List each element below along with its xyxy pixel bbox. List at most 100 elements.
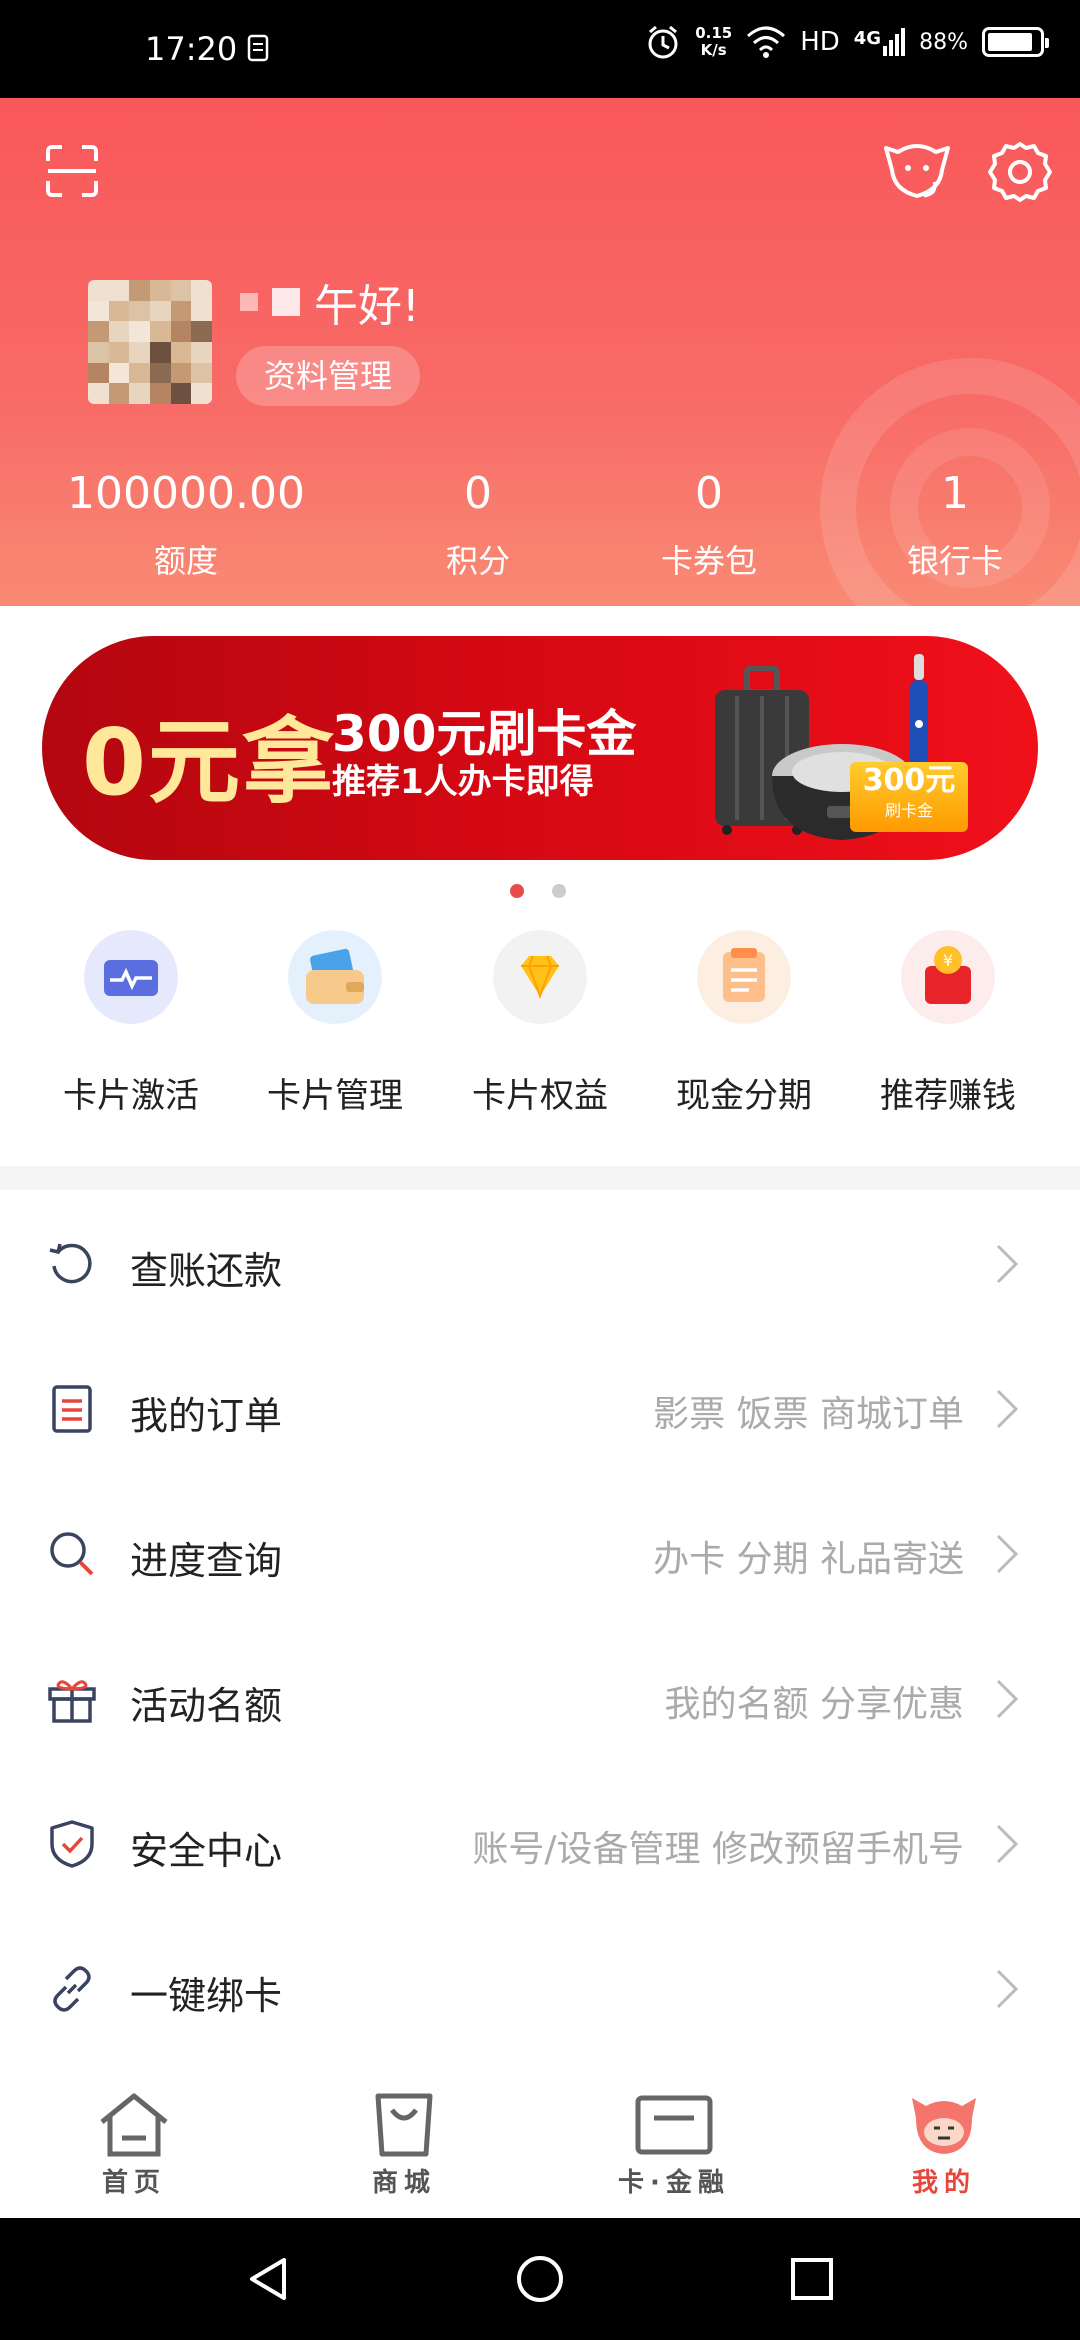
chevron-right-icon bbox=[996, 1244, 1019, 1284]
avatar-pixel bbox=[129, 321, 150, 342]
stat-coupon-wallet[interactable]: 0 卡券包 bbox=[661, 466, 757, 582]
quick-item-label: 推荐赚钱 bbox=[880, 1076, 1016, 1116]
pagination-dot[interactable] bbox=[552, 884, 566, 898]
list-item-title: 活动名额 bbox=[130, 1684, 283, 1728]
list-item-subtitle: 账号/设备管理 修改预留手机号 bbox=[472, 1829, 964, 1870]
name-blur bbox=[240, 293, 258, 311]
avatar-pixel bbox=[170, 321, 192, 342]
home-circle-icon[interactable] bbox=[515, 2254, 565, 2304]
gift-icon bbox=[48, 1680, 96, 1723]
list-item-security[interactable]: 安全中心 账号/设备管理 修改预留手机号 bbox=[0, 1770, 1080, 1915]
mascot-icon bbox=[912, 2098, 976, 2154]
list-item-bind-card[interactable]: 一键绑卡 bbox=[0, 1915, 1080, 2060]
notification-icon bbox=[247, 34, 269, 62]
quick-item-card-activate[interactable]: 卡片激活 bbox=[29, 930, 233, 1117]
avatar-pixel bbox=[129, 280, 150, 301]
avatar-pixel bbox=[149, 383, 171, 404]
list-item-title: 我的订单 bbox=[130, 1394, 283, 1438]
bottom-navigation: 首页 商城 卡·金融 我的 bbox=[0, 2076, 1080, 2218]
name-blur bbox=[272, 288, 300, 316]
system-navigation-bar bbox=[0, 2218, 1080, 2340]
avatar-pixel bbox=[129, 341, 150, 363]
quick-item-card-manage[interactable]: 卡片管理 bbox=[233, 930, 437, 1117]
nav-label: 我的 bbox=[911, 2168, 976, 2198]
shopping-bag-icon bbox=[375, 2093, 433, 2157]
avatar-pixel bbox=[88, 321, 109, 342]
list-item-title: 一键绑卡 bbox=[130, 1974, 283, 2018]
stat-value: 0 bbox=[463, 468, 492, 519]
recents-icon[interactable] bbox=[787, 2254, 837, 2304]
stat-bank-cards[interactable]: 1 银行卡 bbox=[907, 466, 1003, 582]
banner-pagination bbox=[510, 884, 566, 898]
avatar-pixel bbox=[191, 280, 212, 301]
stat-label: 卡券包 bbox=[660, 542, 758, 580]
pagination-dot-active[interactable] bbox=[510, 884, 524, 898]
red-envelope-icon: ¥ bbox=[901, 930, 995, 1024]
nav-card-finance[interactable]: 卡·金融 bbox=[604, 2092, 744, 2199]
nav-mine[interactable]: 我的 bbox=[874, 2092, 1014, 2199]
list-item-subtitle: 办卡 分期 礼品寄送 bbox=[653, 1539, 964, 1580]
stat-label: 积分 bbox=[445, 542, 511, 580]
network-type: 4G bbox=[853, 28, 882, 49]
avatar-pixel bbox=[191, 321, 212, 342]
quick-item-label: 卡片激活 bbox=[63, 1076, 199, 1116]
home-icon bbox=[100, 2093, 168, 2157]
avatar[interactable] bbox=[88, 280, 212, 404]
chevron-right-icon bbox=[996, 1534, 1019, 1574]
banner-headline: 0元拿 bbox=[82, 709, 337, 816]
nav-home[interactable]: 首页 bbox=[64, 2092, 204, 2199]
quick-item-label: 卡片管理 bbox=[267, 1076, 403, 1116]
list-item-progress[interactable]: 进度查询 办卡 分期 礼品寄送 bbox=[0, 1480, 1080, 1625]
alarm-icon bbox=[648, 25, 678, 59]
scan-icon[interactable] bbox=[44, 143, 100, 199]
list-item-billing[interactable]: 查账还款 bbox=[0, 1190, 1080, 1335]
avatar-pixel bbox=[149, 280, 171, 301]
avatar-pixel bbox=[129, 383, 150, 404]
tag-amount: 300元 bbox=[862, 763, 956, 798]
profile-manage-button[interactable]: 资料管理 bbox=[236, 346, 421, 406]
status-icons: 0.15 K/s HD 4G 88% bbox=[645, 24, 1049, 60]
greeting: 午好! bbox=[240, 270, 420, 334]
avatar-pixel bbox=[170, 300, 192, 322]
settings-icon[interactable] bbox=[988, 140, 1052, 204]
quick-item-label: 卡片权益 bbox=[472, 1076, 608, 1116]
stat-credit-limit[interactable]: 100000.00 额度 bbox=[67, 466, 305, 582]
list-item-activity-quota[interactable]: 活动名额 我的名额 分享优惠 bbox=[0, 1625, 1080, 1770]
list-item-subtitle: 影票 饭票 商城订单 bbox=[653, 1394, 964, 1435]
avatar-pixel bbox=[149, 300, 171, 322]
quick-menu: 卡片激活 卡片管理 卡片权益 现金分期 ¥ 推荐赚钱 bbox=[0, 930, 1080, 1160]
stats-row: 100000.00 额度 0 积分 0 卡券包 1 银行卡 bbox=[0, 466, 1080, 596]
stat-value: 1 bbox=[940, 468, 969, 519]
chevron-right-icon bbox=[996, 1824, 1019, 1864]
list-item-subtitle: 我的名额 分享优惠 bbox=[664, 1684, 964, 1725]
speed-unit: K/s bbox=[700, 41, 727, 59]
avatar-pixel bbox=[170, 280, 192, 301]
avatar-pixel bbox=[108, 280, 130, 301]
avatar-pixel bbox=[170, 383, 192, 404]
back-icon[interactable] bbox=[244, 2254, 294, 2304]
link-icon bbox=[53, 1966, 91, 2012]
section-divider bbox=[0, 1166, 1080, 1190]
customer-service-icon[interactable] bbox=[880, 140, 954, 202]
speed-value: 0.15 bbox=[695, 24, 733, 42]
list-item-orders[interactable]: 我的订单 影票 饭票 商城订单 bbox=[0, 1335, 1080, 1480]
greeting-text: 午好! bbox=[314, 281, 420, 332]
avatar-pixel bbox=[129, 362, 150, 384]
nav-mall[interactable]: 商城 bbox=[334, 2092, 474, 2199]
quick-item-refer-earn[interactable]: ¥ 推荐赚钱 bbox=[846, 930, 1050, 1117]
search-icon bbox=[50, 1532, 94, 1576]
promo-banner[interactable]: 0元拿 300元刷卡金 推荐1人办卡即得 300元 刷卡金 bbox=[42, 636, 1038, 860]
feature-list: 查账还款 我的订单 影票 饭票 商城订单 进度查询 办卡 分期 礼品寄送 活动名… bbox=[0, 1190, 1080, 2060]
quick-item-label: 现金分期 bbox=[676, 1076, 812, 1116]
quick-item-card-benefits[interactable]: 卡片权益 bbox=[438, 930, 642, 1117]
network-speed: 0.15 K/s bbox=[695, 25, 732, 59]
chevron-right-icon bbox=[996, 1389, 1019, 1429]
avatar-pixel bbox=[88, 362, 109, 384]
quick-item-cash-installment[interactable]: 现金分期 bbox=[642, 930, 846, 1117]
document-icon bbox=[697, 930, 791, 1024]
status-bar: 17:20 0.15 K/s HD 4G 88% bbox=[0, 0, 1080, 98]
avatar-pixel bbox=[191, 341, 212, 363]
hd-label: HD bbox=[800, 27, 840, 57]
shield-icon bbox=[50, 1820, 94, 1868]
stat-points[interactable]: 0 积分 bbox=[446, 466, 510, 582]
